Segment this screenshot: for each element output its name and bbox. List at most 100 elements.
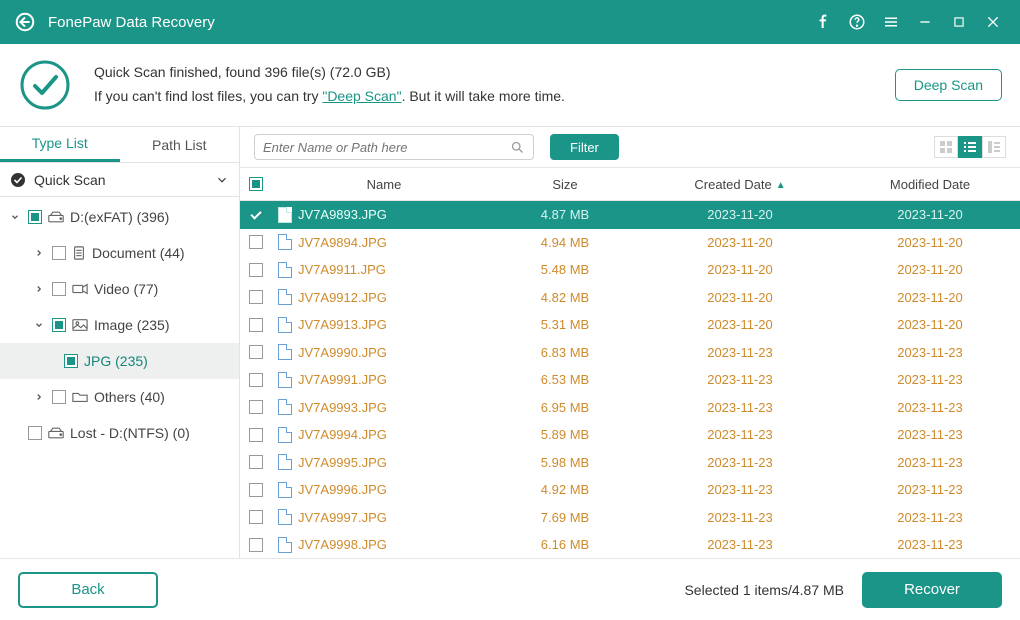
table-row[interactable]: JV7A9894.JPG4.94 MB2023-11-202023-11-20	[240, 229, 1020, 257]
row-checkbox[interactable]	[249, 538, 263, 552]
checkbox[interactable]	[52, 282, 66, 296]
file-icon	[278, 344, 292, 360]
table-row[interactable]: JV7A9991.JPG6.53 MB2023-11-232023-11-23	[240, 366, 1020, 394]
close-button[interactable]	[976, 0, 1010, 44]
chevron-right-icon[interactable]	[32, 284, 46, 294]
status-strip: Quick Scan finished, found 396 file(s) (…	[0, 44, 1020, 126]
quick-scan-header[interactable]: Quick Scan	[0, 163, 239, 197]
deep-scan-button[interactable]: Deep Scan	[895, 69, 1002, 101]
chevron-down-icon[interactable]	[215, 173, 229, 187]
file-created: 2023-11-20	[640, 235, 840, 250]
footer: Back Selected 1 items/4.87 MB Recover	[0, 558, 1020, 620]
table-row[interactable]: JV7A9912.JPG4.82 MB2023-11-202023-11-20	[240, 284, 1020, 312]
search-box[interactable]	[254, 134, 534, 160]
search-input[interactable]	[263, 140, 510, 155]
file-size: 7.69 MB	[490, 510, 640, 525]
row-checkbox[interactable]	[249, 263, 263, 277]
table-header: Name Size Created Date▲ Modified Date	[240, 167, 1020, 201]
table-row[interactable]: JV7A9913.JPG5.31 MB2023-11-202023-11-20	[240, 311, 1020, 339]
facebook-button[interactable]	[806, 0, 840, 44]
file-created: 2023-11-23	[640, 400, 840, 415]
recover-button[interactable]: Recover	[862, 572, 1002, 608]
row-checkbox[interactable]	[249, 290, 263, 304]
file-created: 2023-11-23	[640, 372, 840, 387]
sidebar: Type List Path List Quick Scan D:(exFAT)…	[0, 127, 240, 558]
filter-button[interactable]: Filter	[550, 134, 619, 160]
table-row[interactable]: JV7A9990.JPG6.83 MB2023-11-232023-11-23	[240, 339, 1020, 367]
column-name[interactable]: Name	[272, 177, 490, 192]
help-button[interactable]	[840, 0, 874, 44]
row-checkbox[interactable]	[249, 455, 263, 469]
checkbox[interactable]	[64, 354, 78, 368]
chevron-right-icon[interactable]	[32, 248, 46, 258]
table-row[interactable]: JV7A9994.JPG5.89 MB2023-11-232023-11-23	[240, 421, 1020, 449]
row-checkbox[interactable]	[249, 373, 263, 387]
search-icon[interactable]	[510, 140, 525, 155]
checkbox[interactable]	[28, 210, 42, 224]
checkbox[interactable]	[52, 390, 66, 404]
row-checkbox[interactable]	[249, 208, 263, 222]
title-bar: FonePaw Data Recovery	[0, 0, 1020, 44]
checkbox[interactable]	[52, 318, 66, 332]
back-button[interactable]: Back	[18, 572, 158, 608]
table-row[interactable]: JV7A9997.JPG7.69 MB2023-11-232023-11-23	[240, 504, 1020, 532]
checkbox[interactable]	[28, 426, 42, 440]
row-checkbox[interactable]	[249, 510, 263, 524]
file-icon	[278, 372, 292, 388]
file-icon	[278, 207, 292, 223]
file-modified: 2023-11-23	[840, 372, 1020, 387]
file-name: JV7A9997.JPG	[298, 510, 387, 525]
file-created: 2023-11-23	[640, 427, 840, 442]
tree-label: Document (44)	[92, 245, 185, 261]
view-grid-button[interactable]	[934, 136, 958, 158]
table-row[interactable]: JV7A9993.JPG6.95 MB2023-11-232023-11-23	[240, 394, 1020, 422]
tab-type-list[interactable]: Type List	[0, 127, 120, 162]
document-icon	[72, 246, 86, 260]
drive-icon	[48, 210, 64, 224]
tree-node-image[interactable]: Image (235)	[0, 307, 239, 343]
chevron-right-icon[interactable]	[32, 392, 46, 402]
row-checkbox[interactable]	[249, 483, 263, 497]
tree-node-lost[interactable]: Lost - D:(NTFS) (0)	[0, 415, 239, 451]
view-list-button[interactable]	[958, 136, 982, 158]
file-rows[interactable]: JV7A9893.JPG4.87 MB2023-11-202023-11-20J…	[240, 201, 1020, 558]
file-modified: 2023-11-23	[840, 455, 1020, 470]
select-all-checkbox[interactable]	[249, 177, 263, 191]
table-row[interactable]: JV7A9996.JPG4.92 MB2023-11-232023-11-23	[240, 476, 1020, 504]
tree-node-drive[interactable]: D:(exFAT) (396)	[0, 199, 239, 235]
file-name: JV7A9912.JPG	[298, 290, 387, 305]
file-created: 2023-11-20	[640, 207, 840, 222]
checkbox[interactable]	[52, 246, 66, 260]
tree-node-jpg[interactable]: JPG (235)	[0, 343, 239, 379]
row-checkbox[interactable]	[249, 318, 263, 332]
table-row[interactable]: JV7A9911.JPG5.48 MB2023-11-202023-11-20	[240, 256, 1020, 284]
row-checkbox[interactable]	[249, 345, 263, 359]
row-checkbox[interactable]	[249, 400, 263, 414]
check-circle-icon	[10, 172, 26, 188]
row-checkbox[interactable]	[249, 428, 263, 442]
chevron-down-icon[interactable]	[8, 212, 22, 222]
maximize-button[interactable]	[942, 0, 976, 44]
file-created: 2023-11-20	[640, 290, 840, 305]
minimize-button[interactable]	[908, 0, 942, 44]
check-complete-icon	[18, 58, 72, 112]
file-modified: 2023-11-23	[840, 400, 1020, 415]
tab-path-list[interactable]: Path List	[120, 127, 240, 162]
tree-node-video[interactable]: Video (77)	[0, 271, 239, 307]
column-created[interactable]: Created Date▲	[640, 177, 840, 192]
table-row[interactable]: JV7A9893.JPG4.87 MB2023-11-202023-11-20	[240, 201, 1020, 229]
chevron-down-icon[interactable]	[32, 320, 46, 330]
table-row[interactable]: JV7A9995.JPG5.98 MB2023-11-232023-11-23	[240, 449, 1020, 477]
tree-node-document[interactable]: Document (44)	[0, 235, 239, 271]
table-row[interactable]: JV7A9998.JPG6.16 MB2023-11-232023-11-23	[240, 531, 1020, 558]
row-checkbox[interactable]	[249, 235, 263, 249]
deep-scan-link[interactable]: "Deep Scan"	[322, 88, 401, 104]
file-size: 6.53 MB	[490, 372, 640, 387]
file-name: JV7A9995.JPG	[298, 455, 387, 470]
menu-button[interactable]	[874, 0, 908, 44]
column-modified[interactable]: Modified Date	[840, 177, 1020, 192]
column-size[interactable]: Size	[490, 177, 640, 192]
tree-node-others[interactable]: Others (40)	[0, 379, 239, 415]
view-details-button[interactable]	[982, 136, 1006, 158]
file-created: 2023-11-20	[640, 262, 840, 277]
